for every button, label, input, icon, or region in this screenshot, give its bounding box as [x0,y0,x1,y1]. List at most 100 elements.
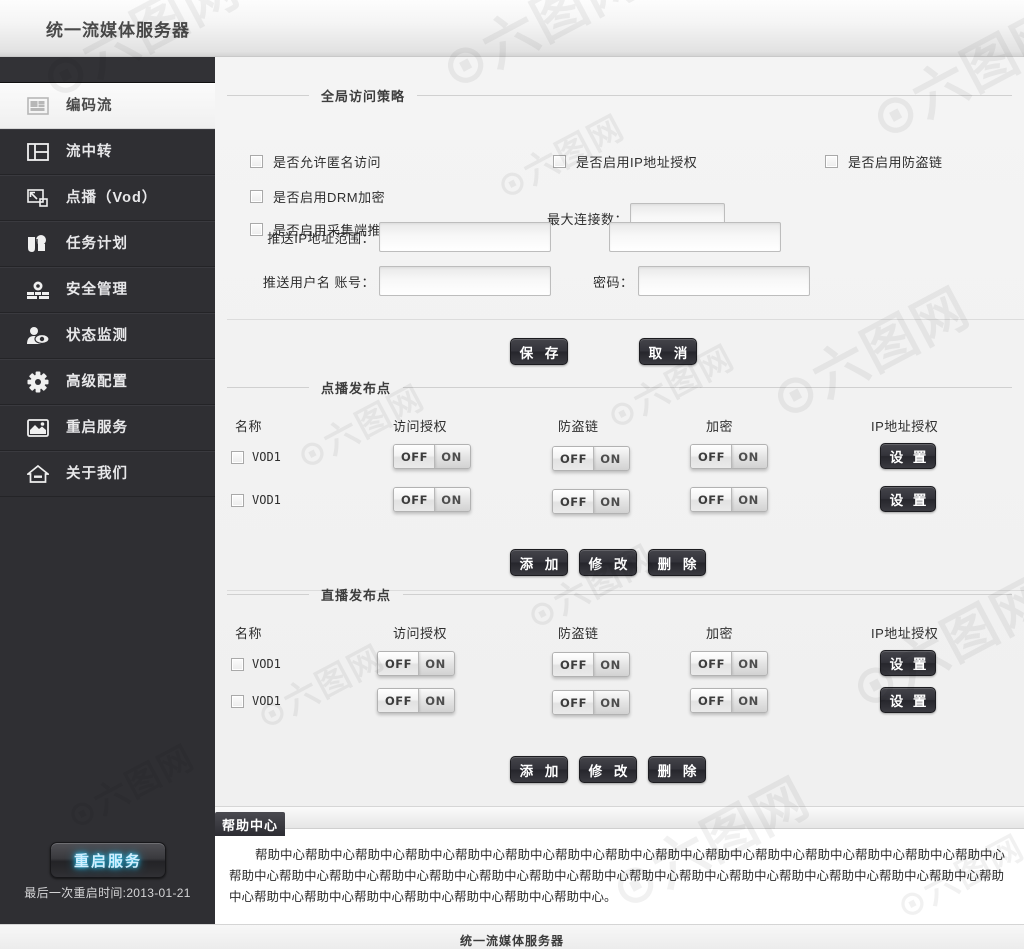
global-policy-group-header: 全局访问策略 [227,84,1012,106]
toggle-off-label: OFF [401,492,428,507]
checkbox-row-drm[interactable]: 是否启用DRM加密 [250,187,385,206]
toggle-off-label: OFF [560,494,587,509]
vod-add-button[interactable]: 添 加 [510,549,568,576]
column-header-name: 名称 [235,626,263,641]
toggle-encrypt[interactable]: OFF ON [690,444,768,469]
sidebar-item-label: 关于我们 [66,465,128,482]
toggle-off-label: OFF [698,449,725,464]
toggle-anti-leech[interactable]: OFF ON [552,652,630,677]
ip-auth-setting-button[interactable]: 设 置 [880,486,936,512]
checkbox-enable-anti-leech[interactable] [825,155,838,168]
table-row: VOD1 OFF ON OFF ON OFF ON 设 置 [215,687,1024,726]
monitor-icon [26,324,50,348]
sidebar-item-about-us[interactable]: 关于我们 [0,451,215,497]
divider-right [417,94,1012,96]
toggle-access-auth[interactable]: OFF ON [377,688,455,713]
toggle-off-label: OFF [560,695,587,710]
toggle-on-label: ON [425,656,446,671]
vod-section-header: 点播发布点 [227,376,1012,398]
live-edit-button[interactable]: 修 改 [579,756,637,783]
sidebar-item-label: 状态监测 [66,327,128,344]
row-checkbox[interactable] [231,451,244,464]
toggle-off-label: OFF [698,693,725,708]
push-ip-range-label: 推送IP地址范围： [267,230,375,246]
push-user-input[interactable] [379,266,551,296]
push-user-label: 推送用户名 账号： [262,274,375,290]
sidebar-item-security[interactable]: 安全管理 [0,267,215,313]
column-header-name: 名称 [235,419,263,434]
push-ip-range-end-input[interactable] [609,222,781,252]
checkbox-allow-anonymous[interactable] [250,155,263,168]
restart-service-label: 重启服务 [73,852,142,870]
password-label: 密码： [593,274,634,290]
toggle-encrypt[interactable]: OFF ON [690,688,768,713]
ip-auth-setting-button[interactable]: 设 置 [880,443,936,469]
toggle-access-auth[interactable]: OFF ON [393,487,471,512]
checkbox-enable-drm[interactable] [250,190,263,203]
task-plan-icon [26,232,50,256]
checkbox-enable-ip-auth[interactable] [553,155,566,168]
sidebar-top-strip [0,57,215,83]
column-header-encrypt: 加密 [706,419,734,434]
sidebar-item-encode-stream[interactable]: 编码流 [0,83,215,129]
checkbox-label: 是否启用IP地址授权 [576,155,698,170]
toggle-access-auth[interactable]: OFF ON [377,651,455,676]
toggle-anti-leech[interactable]: OFF ON [552,446,630,471]
help-center-panel: 帮助中心 帮助中心帮助中心帮助中心帮助中心帮助中心帮助中心帮助中心帮助中心帮助中… [215,806,1024,925]
sidebar-item-label: 任务计划 [66,235,128,252]
live-add-button[interactable]: 添 加 [510,756,568,783]
sidebar-item-restart-service[interactable]: 重启服务 [0,405,215,451]
toggle-off-label: OFF [560,657,587,672]
table-row: VOD1 OFF ON OFF ON OFF ON 设 置 [215,443,1024,482]
toggle-access-auth[interactable]: OFF ON [393,444,471,469]
save-button[interactable]: 保 存 [510,338,568,365]
restart-icon [26,416,50,440]
table-row: VOD1 OFF ON OFF ON OFF ON 设 置 [215,650,1024,689]
sidebar-item-advanced-config[interactable]: 高级配置 [0,359,215,405]
tab-help-center[interactable]: 帮助中心 [215,812,285,836]
toggle-on-label: ON [738,693,759,708]
restart-service-button[interactable]: 重启服务 [50,842,166,878]
sidebar-item-monitor[interactable]: 状态监测 [0,313,215,359]
row-checkbox[interactable] [231,494,244,507]
sidebar-item-label: 流中转 [66,143,113,160]
password-input[interactable] [637,266,810,296]
divider-left [227,386,309,388]
toggle-on-label: ON [738,449,759,464]
row-name: VOD1 [252,657,281,671]
cancel-button[interactable]: 取 消 [639,338,697,365]
sidebar-item-vod[interactable]: 点播（Vod） [0,175,215,221]
security-icon [26,278,50,302]
ip-auth-setting-button[interactable]: 设 置 [880,687,936,713]
row-checkbox[interactable] [231,695,244,708]
checkbox-row-ip-auth[interactable]: 是否启用IP地址授权 [553,152,697,171]
column-header-access: 访问授权 [393,626,448,641]
divider-left [227,94,309,96]
sidebar-item-label: 重启服务 [66,419,128,436]
toggle-anti-leech[interactable]: OFF ON [552,489,630,514]
live-section-header: 直播发布点 [227,583,1012,605]
page-title: 统一流媒体服务器 [46,21,190,40]
sidebar-item-task-plan[interactable]: 任务计划 [0,221,215,267]
toggle-anti-leech[interactable]: OFF ON [552,690,630,715]
column-header-antileech: 防盗链 [558,626,599,641]
column-header-access: 访问授权 [393,419,448,434]
sidebar-item-relay-stream[interactable]: 流中转 [0,129,215,175]
column-header-ip-auth: IP地址授权 [871,626,939,641]
toggle-on-label: ON [600,695,621,710]
checkbox-row-anti-leech[interactable]: 是否启用防盗链 [825,152,943,171]
live-delete-button[interactable]: 删 除 [648,756,706,783]
toggle-off-label: OFF [560,451,587,466]
toggle-encrypt[interactable]: OFF ON [690,651,768,676]
toggle-encrypt[interactable]: OFF ON [690,487,768,512]
ip-auth-setting-button[interactable]: 设 置 [880,650,936,676]
checkbox-row-anonymous[interactable]: 是否允许匿名访问 [250,152,381,171]
row-checkbox[interactable] [231,658,244,671]
push-ip-range-start-input[interactable] [379,222,551,252]
encode-stream-icon [26,94,50,118]
toggle-on-label: ON [600,494,621,509]
toggle-off-label: OFF [401,449,428,464]
vod-edit-button[interactable]: 修 改 [579,549,637,576]
footer: 统一流媒体服务器 [0,924,1024,949]
vod-delete-button[interactable]: 删 除 [648,549,706,576]
